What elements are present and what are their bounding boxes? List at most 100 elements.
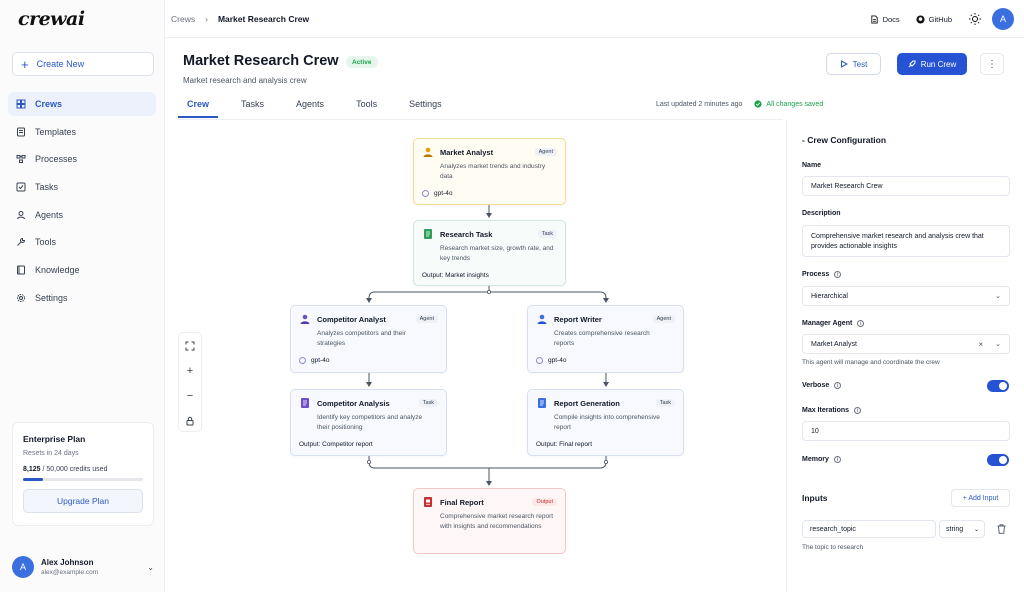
- run-crew-button[interactable]: Run Crew: [897, 53, 967, 75]
- create-new-button[interactable]: + Create New: [12, 52, 154, 76]
- upgrade-plan-button[interactable]: Upgrade Plan: [23, 489, 143, 513]
- memory-label: Memory i: [802, 456, 841, 463]
- info-icon[interactable]: i: [854, 407, 862, 414]
- arrow-head: [603, 382, 609, 387]
- layers-icon: [16, 99, 26, 109]
- crew-name-input[interactable]: Market Research Crew: [802, 176, 1010, 196]
- arrow-head: [603, 298, 609, 303]
- verbose-toggle[interactable]: [987, 380, 1009, 392]
- breadcrumb: Crews › Market Research Crew: [171, 14, 309, 24]
- edge-junction: [366, 459, 371, 464]
- github-link[interactable]: GitHub: [916, 15, 952, 24]
- tab-settings[interactable]: Settings: [400, 92, 451, 118]
- sidebar-item-settings[interactable]: Settings: [8, 286, 156, 310]
- sidebar-nav: Crews Templates Processes Tasks Agents T…: [8, 92, 156, 314]
- page-subtitle: Market research and analysis crew: [183, 76, 307, 85]
- model-name: gpt-4o: [434, 189, 453, 197]
- report-icon: [424, 497, 432, 507]
- node-research-task[interactable]: Research Task Task Research market size,…: [413, 220, 566, 286]
- zoom-controls: + −: [178, 332, 202, 432]
- model-icon: [299, 356, 306, 364]
- task-document-icon: [424, 229, 432, 239]
- tab-tasks[interactable]: Tasks: [232, 92, 273, 118]
- node-report-generation[interactable]: Report Generation Task Compile insights …: [527, 389, 684, 456]
- agent-icon: [300, 314, 310, 324]
- chevron-right-icon: ›: [205, 14, 208, 24]
- manager-agent-select[interactable]: Market Analyst × ⌄: [802, 334, 1010, 354]
- input-variable-name[interactable]: research_topic: [802, 520, 936, 538]
- arrow-head: [486, 213, 492, 218]
- process-select[interactable]: Hierarchical ⌄: [802, 286, 1010, 306]
- rocket-icon: [908, 60, 916, 68]
- credits-progress-bar: [23, 478, 143, 481]
- sidebar-item-tasks[interactable]: Tasks: [8, 175, 156, 199]
- wrench-icon: [17, 238, 26, 247]
- node-report-writer[interactable]: Report Writer Agent Creates comprehensiv…: [527, 305, 684, 373]
- edge-research-writer: [489, 291, 607, 301]
- sidebar-item-processes[interactable]: Processes: [8, 147, 156, 171]
- tab-bar: Crew Tasks Agents Tools Settings: [178, 92, 465, 118]
- sun-icon[interactable]: [968, 12, 982, 26]
- task-document-icon: [301, 398, 309, 408]
- user-menu[interactable]: A Alex Johnson alex@example.com ⌄: [12, 554, 154, 580]
- edge-junction: [486, 289, 491, 294]
- sidebar-item-crews[interactable]: Crews: [8, 92, 156, 116]
- verbose-label: Verbose i: [802, 382, 842, 389]
- memory-toggle[interactable]: [987, 454, 1009, 466]
- user-email: alex@example.com: [41, 569, 99, 576]
- max-iterations-label: Max Iterations i: [802, 407, 862, 414]
- trash-icon[interactable]: [997, 524, 1006, 534]
- tab-agents[interactable]: Agents: [287, 92, 333, 118]
- sidebar-item-tools[interactable]: Tools: [8, 230, 156, 254]
- more-options-button[interactable]: ⋮: [980, 53, 1004, 75]
- info-icon[interactable]: i: [834, 271, 842, 278]
- node-type-badge: Task: [418, 399, 438, 407]
- sidebar-item-templates[interactable]: Templates: [8, 120, 156, 144]
- avatar[interactable]: A: [992, 8, 1014, 30]
- test-button[interactable]: Test: [826, 53, 881, 75]
- panel-title[interactable]: - Crew Configuration: [802, 135, 886, 145]
- zoom-in-button[interactable]: +: [179, 358, 201, 383]
- avatar: A: [12, 556, 34, 578]
- node-final-report[interactable]: Final Report Output Comprehensive market…: [413, 488, 566, 554]
- max-iterations-input[interactable]: 10: [802, 421, 1010, 441]
- model-icon: [536, 356, 543, 364]
- plan-credits: 8,125 / 50,000 credits used: [23, 466, 108, 473]
- input-type-select[interactable]: string ⌄: [939, 520, 985, 538]
- process-label: Process i: [802, 271, 842, 278]
- info-icon[interactable]: i: [833, 456, 841, 463]
- plus-icon: +: [21, 56, 29, 72]
- info-icon[interactable]: i: [857, 320, 865, 327]
- lock-button[interactable]: [179, 408, 201, 433]
- node-type-badge: Output: [532, 498, 557, 506]
- sidebar-item-agents[interactable]: Agents: [8, 203, 156, 227]
- tab-crew[interactable]: Crew: [178, 92, 219, 118]
- docs-link[interactable]: Docs: [870, 15, 900, 24]
- sidebar-item-knowledge[interactable]: Knowledge: [8, 258, 156, 282]
- zoom-out-button[interactable]: −: [179, 383, 201, 408]
- node-output: Output: Competitor report: [299, 440, 373, 448]
- fit-view-button[interactable]: [179, 333, 201, 358]
- crewai-logo[interactable]: crewai: [18, 8, 85, 30]
- node-market-analyst[interactable]: Market Analyst Agent Analyzes market tre…: [413, 138, 566, 205]
- info-icon[interactable]: i: [834, 382, 842, 389]
- edge-generation-final: [489, 456, 607, 469]
- lock-icon: [186, 416, 194, 425]
- node-type-badge: Agent: [652, 315, 675, 323]
- check-circle-icon: [754, 100, 763, 108]
- minus-icon: −: [186, 389, 194, 402]
- arrow-head: [486, 481, 492, 486]
- breadcrumb-crews[interactable]: Crews: [171, 14, 195, 24]
- node-competitor-analysis[interactable]: Competitor Analysis Task Identify key co…: [290, 389, 447, 456]
- plus-icon: +: [186, 364, 194, 377]
- model-icon: [422, 189, 429, 197]
- node-competitor-analyst[interactable]: Competitor Analyst Agent Analyzes compet…: [290, 305, 447, 373]
- add-input-button[interactable]: + Add Input: [951, 489, 1010, 507]
- description-input[interactable]: Comprehensive market research and analys…: [802, 225, 1010, 257]
- clear-icon[interactable]: ×: [978, 340, 983, 349]
- inputs-title: Inputs: [802, 493, 828, 503]
- tab-tools[interactable]: Tools: [347, 92, 386, 118]
- model-name: gpt-4o: [311, 356, 330, 364]
- model-name: gpt-4o: [548, 356, 567, 364]
- edge-research-competitor: [368, 286, 490, 301]
